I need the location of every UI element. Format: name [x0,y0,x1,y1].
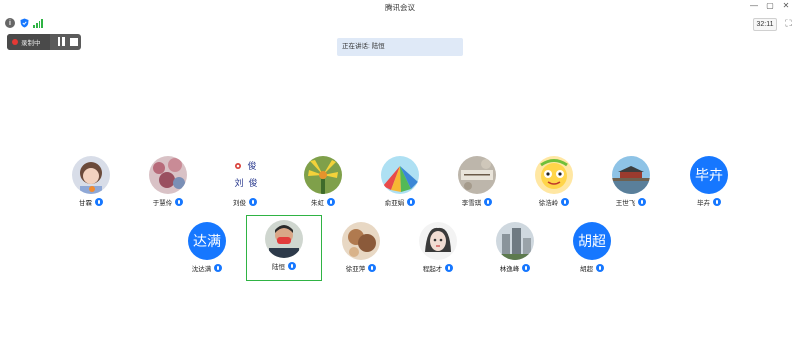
mic-icon[interactable] [175,198,184,206]
participant-tile[interactable]: 俊 刘 俊 刘俊 [207,151,283,217]
mic-icon[interactable] [327,198,335,206]
participant-tile[interactable]: 王世飞 [593,151,669,217]
avatar-glyph: 俊 [248,177,257,189]
mic-icon[interactable] [95,198,103,206]
fullscreen-icon[interactable]: ⛶ [783,18,794,29]
participant-name: 陆恒 [272,264,285,271]
avatar [265,220,303,258]
participant-tile[interactable]: 俞亚娟 [362,151,438,217]
participant-name: 徐浩岭 [538,200,559,207]
mic-icon[interactable] [214,264,223,272]
close-icon[interactable]: ✕ [780,1,792,10]
window-title: 腾讯会议 [385,3,415,12]
participant-name: 李雪琪 [461,200,482,207]
participant-tile[interactable]: 甘霖 [53,151,129,217]
participant-name: 王世飞 [615,200,636,207]
participant-tile[interactable]: 朱虹 [285,151,361,217]
mic-icon[interactable] [713,198,721,206]
avatar [535,156,573,194]
mic-icon[interactable] [484,198,493,206]
participant-tile[interactable]: 徐浩岭 [516,151,592,217]
mic-icon[interactable] [445,264,454,272]
mic-icon[interactable] [522,264,531,272]
participant-tile[interactable]: 于慧伶 [130,151,206,217]
participant-tile[interactable]: 程起才 [400,217,476,283]
avatar [342,222,380,260]
participant-tile[interactable]: 胡超 胡超 [554,217,630,283]
participant-name: 沈达满 [191,266,212,273]
avatar: 俊 刘 俊 [226,156,264,194]
participant-name: 朱虹 [311,200,324,207]
mic-icon[interactable] [596,264,604,272]
minimize-icon[interactable]: — [748,1,760,10]
meeting-toolbar: i 32:11 ⛶ [0,15,800,31]
mic-icon[interactable] [368,264,377,272]
participant-name: 胡超 [580,266,593,273]
pause-recording-button[interactable] [56,37,66,47]
recording-bar: 录制中 [7,34,81,50]
avatar-glyph: 刘 [234,177,243,189]
avatar [381,156,419,194]
avatar [149,156,187,194]
mic-icon[interactable] [638,198,647,206]
mic-icon[interactable] [561,198,570,206]
avatar [458,156,496,194]
mic-icon[interactable] [288,262,296,270]
avatar [72,156,110,194]
participant-tile[interactable]: 林逸峰 [477,217,553,283]
mic-icon[interactable] [249,198,257,206]
recording-status[interactable]: 录制中 [7,34,50,50]
info-icon[interactable]: i [5,18,15,28]
avatar: 胡超 [573,222,611,260]
meeting-timer: 32:11 [753,18,777,31]
participant-name: 于慧伶 [152,200,173,207]
stop-recording-button[interactable] [70,38,78,46]
title-bar: 腾讯会议 — ▢ ✕ [0,0,800,15]
avatar [612,156,650,194]
participant-name: 徐亚萍 [345,266,366,273]
maximize-icon[interactable]: ▢ [764,1,776,10]
signal-icon[interactable] [33,19,43,28]
participant-name: 甘霖 [79,200,92,207]
participant-tile[interactable]: 李雪琪 [439,151,515,217]
shield-icon[interactable] [19,18,29,28]
avatar [304,156,342,194]
participant-name: 程起才 [422,266,443,273]
mic-icon[interactable] [407,198,416,206]
participant-tile[interactable]: 毕卉 毕卉 [671,151,747,217]
participant-name: 毕卉 [697,200,710,207]
record-dot-icon [12,39,18,45]
participant-name: 俞亚娟 [384,200,405,207]
avatar: 达满 [188,222,226,260]
speaking-indicator: 正在讲话: 陆恒 [337,38,463,56]
participant-name: 林逸峰 [499,266,520,273]
participant-name: 刘俊 [233,200,246,207]
avatar-glyph: 俊 [247,160,256,172]
avatar [496,222,534,260]
participant-tile[interactable]: 达满 沈达满 [169,217,245,283]
avatar: 毕卉 [690,156,728,194]
recording-label: 录制中 [21,40,41,47]
participant-tile-active-speaker[interactable]: 陆恒 [246,215,322,281]
avatar [419,222,457,260]
participant-tile[interactable]: 徐亚萍 [323,217,399,283]
